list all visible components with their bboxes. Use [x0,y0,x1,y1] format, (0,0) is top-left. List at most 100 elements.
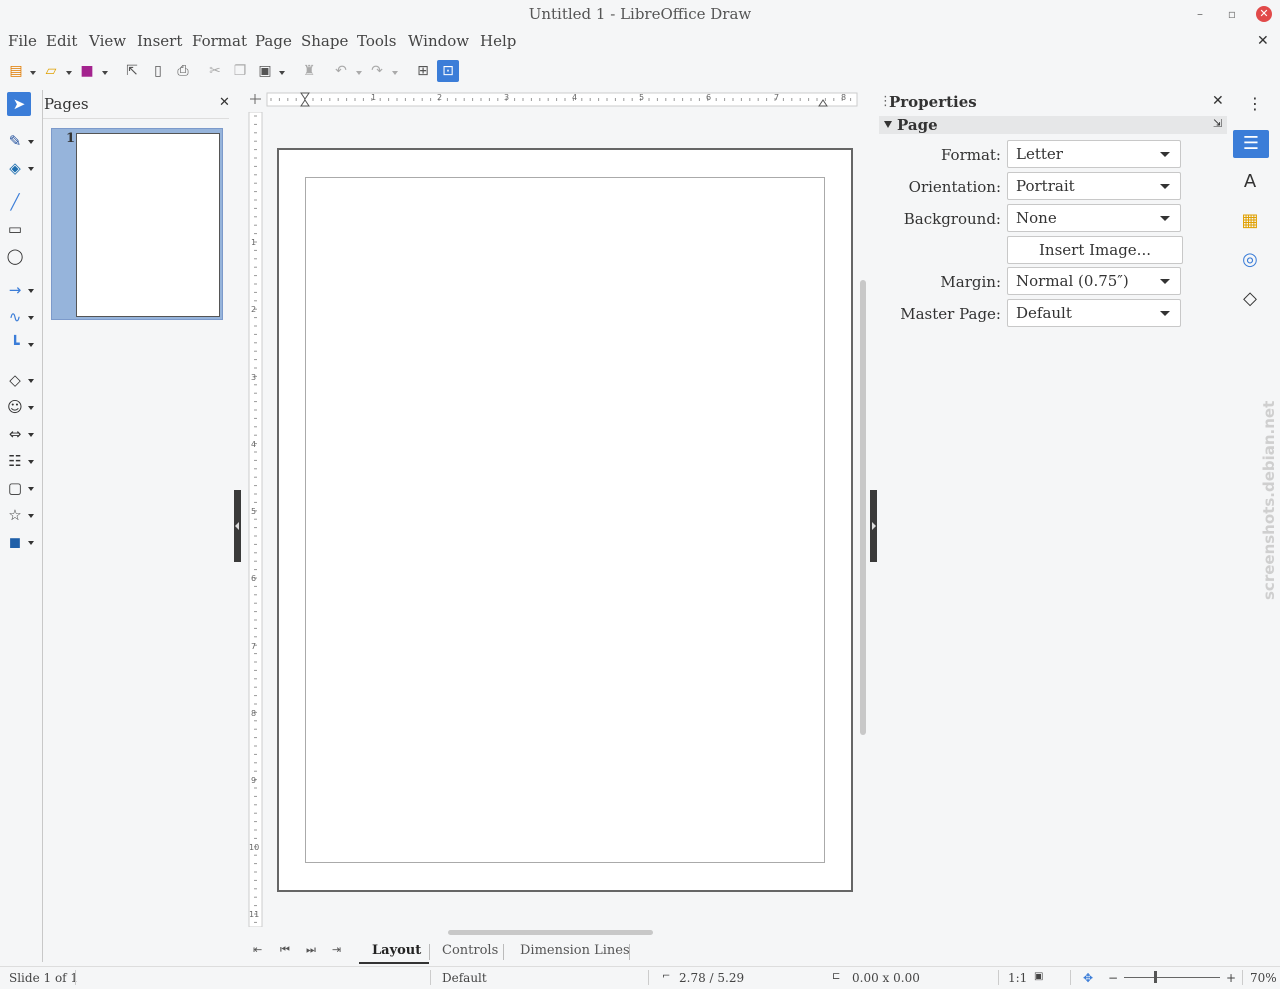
page-section-header[interactable]: Page ⇲ [879,116,1227,134]
grid-icon[interactable]: ⊞ [412,60,434,82]
fill-color-icon[interactable]: ◈ [4,157,26,179]
menu-shape[interactable]: Shape [301,32,348,50]
callouts-icon[interactable]: ▢ [4,477,26,499]
save-icon[interactable]: ■ [76,60,98,82]
zoom-slider[interactable] [1124,977,1220,978]
master-page-dropdown[interactable]: Default [1007,299,1181,327]
open-icon[interactable]: ▱ [40,60,62,82]
sidebar-menu-icon[interactable]: ⋮ [1247,94,1263,113]
menu-window[interactable]: Window [408,32,469,50]
horizontal-ruler[interactable]: 1 2 3 4 5 6 7 8 [247,91,859,107]
right-pane-splitter[interactable] [870,490,877,562]
vertical-scrollbar[interactable] [860,280,866,735]
select-icon[interactable]: ➤ [7,92,31,116]
copy-icon[interactable]: ❐ [229,60,251,82]
rectangle-icon[interactable]: ▭ [4,218,26,240]
3d-objects-icon[interactable]: ◼ [4,531,26,553]
pages-pane-close-icon[interactable]: ✕ [219,95,230,110]
tab-layout[interactable]: Layout [372,943,421,958]
ruler-number: 4 [251,440,257,449]
symbol-shapes-icon[interactable]: ☺ [4,396,26,418]
menu-view[interactable]: View [89,32,126,50]
line-icon[interactable]: ╱ [4,191,26,213]
margin-label: Margin: [940,273,1001,291]
print-icon[interactable]: ⎙ [172,60,194,82]
orientation-dropdown[interactable]: Portrait [1007,172,1181,200]
gallery-icon[interactable]: ▦ [1235,207,1265,235]
connector-icon[interactable]: ┗ [4,333,26,355]
chevron-down-icon [1160,311,1170,316]
ruler-number: 4 [572,93,578,102]
background-dropdown[interactable]: None [1007,204,1181,232]
drawing-page[interactable] [277,148,853,892]
page-thumbnail[interactable] [76,133,220,317]
paste-icon[interactable]: ▣ [254,60,276,82]
format-dropdown[interactable]: Letter [1007,140,1181,168]
arrow-line-icon[interactable]: → [4,279,26,301]
cut-icon[interactable]: ✂ [204,60,226,82]
margin-dropdown[interactable]: Normal (0.75″) [1007,267,1181,295]
format-label: Format: [940,146,1001,164]
redo-icon[interactable]: ↷ [366,60,388,82]
shapes-icon[interactable]: ◇ [1235,285,1265,313]
undo-icon[interactable]: ↶ [330,60,352,82]
first-layer-icon[interactable]: ⇤ [253,943,262,956]
helplines-icon[interactable]: ⊡ [437,60,459,82]
chevron-down-icon [1160,279,1170,284]
properties-close-icon[interactable]: ✕ [1212,93,1224,109]
vertical-ruler[interactable]: 1 2 3 4 5 6 7 8 9 10 11 [247,112,263,927]
previous-layer-icon[interactable]: ⏮ [280,943,290,957]
zoom-in-icon[interactable]: + [1226,971,1236,985]
insert-image-button[interactable]: Insert Image... [1007,236,1183,264]
menu-tools[interactable]: Tools [357,32,396,50]
line-color-icon[interactable]: ✎ [4,130,26,152]
new-icon[interactable]: ▤ [5,60,27,82]
styles-icon[interactable]: A [1235,168,1265,196]
more-options-icon[interactable]: ⇲ [1213,117,1222,130]
chevron-down-icon [1160,152,1170,157]
menu-format[interactable]: Format [192,32,247,50]
margin-value: Normal (0.75″) [1016,272,1129,290]
scale-status[interactable]: 1:1 [1008,971,1027,985]
menu-insert[interactable]: Insert [137,32,182,50]
horizontal-scrollbar[interactable] [448,930,653,935]
navigator-icon[interactable]: ◎ [1235,246,1265,274]
zoom-level[interactable]: 70% [1250,971,1277,985]
block-arrows-icon[interactable]: ⇔ [4,423,26,445]
properties-icon[interactable]: ☰ [1233,130,1269,158]
export-pdf-icon[interactable]: ▯ [147,60,169,82]
ellipse-icon[interactable]: ◯ [4,245,26,267]
stars-icon[interactable]: ☆ [4,504,26,526]
close-document-button[interactable]: ✕ [1257,33,1269,49]
menu-file[interactable]: File [8,32,37,50]
drawing-canvas[interactable] [263,112,859,927]
page-number: 1 [66,131,76,146]
status-bar: Slide 1 of 1 Default ⌐ 2.78 / 5.29 ⊏ 0.0… [0,966,1280,989]
position-icon: ⌐ [662,971,671,982]
tab-dimension-lines[interactable]: Dimension Lines [520,943,630,958]
clone-formatting-icon[interactable]: ♜ [298,60,320,82]
collapse-arrow-icon[interactable] [884,121,892,128]
minimize-button[interactable]: – [1192,6,1208,22]
restore-button[interactable]: ▫ [1224,6,1240,22]
master-page-status[interactable]: Default [442,971,487,985]
tab-controls[interactable]: Controls [442,943,498,958]
ruler-number: 2 [437,93,443,102]
close-window-button[interactable]: ✕ [1256,6,1272,22]
zoom-slider-knob[interactable] [1154,971,1157,983]
menu-edit[interactable]: Edit [46,32,77,50]
flowchart-icon[interactable]: ☷ [4,450,26,472]
last-layer-icon[interactable]: ⇥ [332,943,341,956]
export-icon[interactable]: ⇱ [121,60,143,82]
left-pane-splitter[interactable] [234,490,241,562]
zoom-out-icon[interactable]: − [1108,971,1118,985]
menu-page[interactable]: Page [255,32,292,50]
fit-page-icon[interactable]: ✥ [1083,971,1093,985]
page-thumbnail-selected[interactable]: 1 [51,128,223,320]
basic-shapes-icon[interactable]: ◇ [4,369,26,391]
document-modified-icon[interactable]: ▣ [1034,971,1043,982]
next-layer-icon[interactable]: ⏭ [306,943,316,957]
size-status: 0.00 x 0.00 [852,971,920,985]
menu-help[interactable]: Help [480,32,516,50]
curve-icon[interactable]: ∿ [4,306,26,328]
